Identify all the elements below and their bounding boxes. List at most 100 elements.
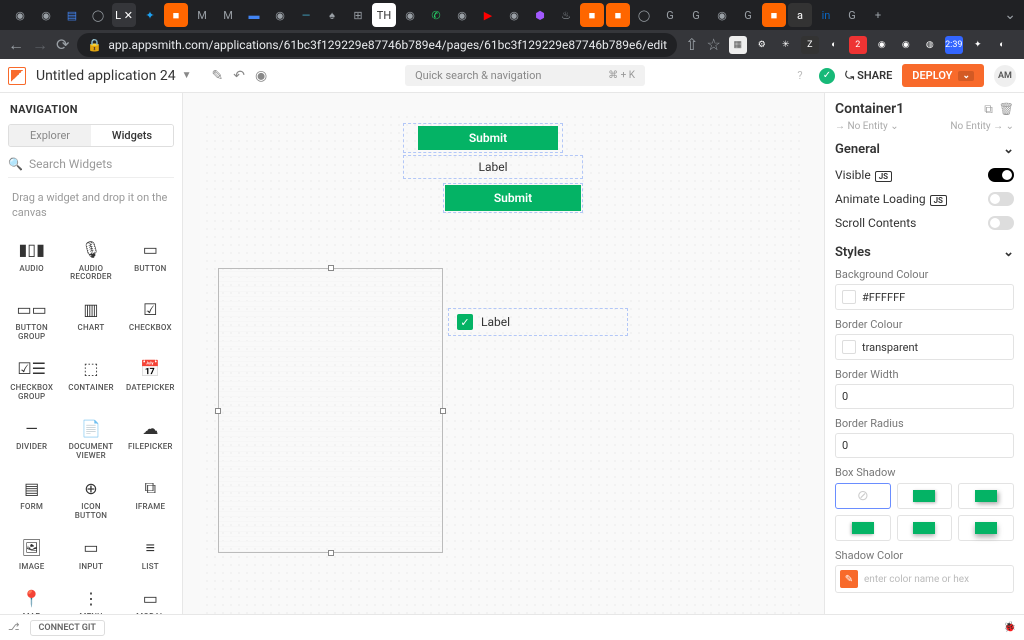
tab-icon[interactable]: ◉ xyxy=(398,3,422,27)
star-icon[interactable]: ☆ xyxy=(706,35,720,55)
deploy-button[interactable]: DEPLOY ⌄ xyxy=(902,64,984,87)
tab-icon[interactable]: G xyxy=(840,3,864,27)
share-browser-icon[interactable]: ⇧ xyxy=(685,35,698,55)
connect-git-button[interactable]: CONNECT GIT xyxy=(30,620,105,636)
tab-icon[interactable]: ▶ xyxy=(476,3,500,27)
new-tab-button[interactable]: + xyxy=(866,3,890,27)
tab-icon[interactable]: ▤ xyxy=(60,3,84,27)
ext-icon[interactable]: 2 xyxy=(849,36,867,54)
border-radius-input[interactable]: 0 xyxy=(835,433,1014,458)
quick-search[interactable]: Quick search & navigation ⌘ + K xyxy=(405,65,645,86)
ext-icon[interactable]: ◉ xyxy=(897,36,915,54)
ext-icon[interactable]: ◍ xyxy=(921,36,939,54)
tab-icon[interactable]: in xyxy=(814,3,838,27)
widget-iframe[interactable]: ⧉IFRAME xyxy=(123,471,178,527)
menu-icon[interactable]: ⋮ xyxy=(1017,36,1024,54)
tab-icon[interactable]: ♨ xyxy=(554,3,578,27)
widget-button[interactable]: ▭BUTTON xyxy=(123,233,178,289)
tab-icon[interactable]: ◉ xyxy=(34,3,58,27)
tab-icon[interactable]: ◯ xyxy=(86,3,110,27)
widget-form[interactable]: ▤FORM xyxy=(4,471,59,527)
shadow-option[interactable] xyxy=(958,515,1014,541)
url-bar[interactable]: 🔒 app.appsmith.com/applications/61bc3f12… xyxy=(77,33,677,57)
resize-handle[interactable] xyxy=(215,408,221,414)
tab-icon[interactable]: ✦ xyxy=(138,3,162,27)
forward-button[interactable]: → xyxy=(32,35,48,55)
widget-checkbox[interactable]: ☑CHECKBOX xyxy=(123,292,178,348)
ext-icon[interactable]: ▦ xyxy=(729,36,747,54)
tab-icon[interactable]: ◉ xyxy=(502,3,526,27)
resize-handle[interactable] xyxy=(328,550,334,556)
js-badge[interactable]: JS xyxy=(930,195,947,206)
share-button[interactable]: ⤿ SHARE xyxy=(845,69,892,83)
tab-icon[interactable]: ✆ xyxy=(424,3,448,27)
shadow-option[interactable] xyxy=(897,515,953,541)
ext-icon[interactable]: ◐ xyxy=(825,36,843,54)
border-color-input[interactable]: transparent xyxy=(835,334,1014,360)
tab-icon[interactable]: ▬ xyxy=(242,3,266,27)
widget-checkbox-group[interactable]: ☑☰CHECKBOX GROUP xyxy=(4,352,59,408)
widget-list[interactable]: ≡LIST xyxy=(123,531,178,578)
tab-icon[interactable]: G xyxy=(658,3,682,27)
tab-icon[interactable]: ◉ xyxy=(268,3,292,27)
widget-modal[interactable]: ▭MODAL xyxy=(123,581,178,614)
tab-widgets[interactable]: Widgets xyxy=(91,125,173,146)
help-icon[interactable]: ? xyxy=(791,67,809,85)
widget-input[interactable]: ▭INPUT xyxy=(63,531,118,578)
profile-icon[interactable]: ◐ xyxy=(993,36,1011,54)
app-title[interactable]: Untitled application 24 ▼ xyxy=(36,68,191,84)
reload-button[interactable]: ⟳ xyxy=(56,35,69,55)
widget-chart[interactable]: ▥CHART xyxy=(63,292,118,348)
shadow-none[interactable]: ⊘ xyxy=(835,483,891,509)
undo-icon[interactable]: ↶ xyxy=(233,68,245,84)
shadow-option[interactable] xyxy=(897,483,953,509)
widget-map[interactable]: 📍MAP xyxy=(4,581,59,614)
extensions-icon[interactable]: ✦ xyxy=(969,36,987,54)
back-button[interactable]: ← xyxy=(8,35,24,55)
shadow-color-input[interactable]: ✎ enter color name or hex xyxy=(835,565,1014,593)
widget-audio-recorder[interactable]: 🎙AUDIO RECORDER xyxy=(63,233,118,289)
scroll-toggle[interactable] xyxy=(988,216,1014,230)
ext-icon[interactable]: Z xyxy=(801,36,819,54)
tab-icon[interactable]: G xyxy=(736,3,760,27)
bg-color-input[interactable]: #FFFFFF xyxy=(835,284,1014,310)
tab-icon[interactable]: ■ xyxy=(164,3,188,27)
tab-icon[interactable]: M xyxy=(190,3,214,27)
tab-icon[interactable]: — xyxy=(294,3,318,27)
edit-icon[interactable]: ✎ xyxy=(211,68,223,84)
border-width-input[interactable]: 0 xyxy=(835,384,1014,409)
ext-icon[interactable]: ⚙ xyxy=(753,36,771,54)
tab-icon[interactable]: ■ xyxy=(762,3,786,27)
shadow-option[interactable] xyxy=(835,515,891,541)
copy-icon[interactable]: ⧉ xyxy=(984,102,993,117)
entity-right[interactable]: No Entity → ⌄ xyxy=(950,121,1014,132)
tab-explorer[interactable]: Explorer xyxy=(9,125,91,146)
tab-icon[interactable]: G xyxy=(684,3,708,27)
widget-container[interactable]: ⬚CONTAINER xyxy=(63,352,118,408)
widget-audio[interactable]: ▮▯▮AUDIO xyxy=(4,233,59,289)
tab-icon[interactable]: a xyxy=(788,3,812,27)
submit-button[interactable]: Submit xyxy=(418,126,558,150)
tab-overflow-chevron[interactable]: ⌄ xyxy=(1004,7,1016,23)
tab-icon[interactable]: ⊞ xyxy=(346,3,370,27)
tab-icon[interactable]: M xyxy=(216,3,240,27)
js-badge[interactable]: JS xyxy=(875,171,892,182)
resize-handle[interactable] xyxy=(328,265,334,271)
widget-menu[interactable]: ⋮MENU xyxy=(63,581,118,614)
canvas[interactable]: Submit Label Submit ✓ Label xyxy=(183,93,824,614)
widget-divider[interactable]: —DIVIDER xyxy=(4,411,59,467)
tab-icon[interactable]: ♠ xyxy=(320,3,344,27)
widget-icon-button[interactable]: ⊕ICON BUTTON xyxy=(63,471,118,527)
tab-icon[interactable]: ◯ xyxy=(632,3,656,27)
animate-toggle[interactable] xyxy=(988,192,1014,206)
section-styles[interactable]: Styles ⌄ xyxy=(835,245,1014,260)
resize-handle[interactable] xyxy=(440,408,446,414)
checkbox-widget[interactable]: ✓ Label xyxy=(448,308,628,336)
tab-icon[interactable]: ⬢ xyxy=(528,3,552,27)
ext-icon[interactable]: ✳ xyxy=(777,36,795,54)
search-widgets-input[interactable]: 🔍 Search Widgets xyxy=(8,157,174,178)
tab-icon[interactable]: ■ xyxy=(580,3,604,27)
git-icon[interactable]: ⎇ xyxy=(8,622,20,633)
submit-button[interactable]: Submit xyxy=(445,185,581,211)
widget-filepicker[interactable]: ☁FILEPICKER xyxy=(123,411,178,467)
